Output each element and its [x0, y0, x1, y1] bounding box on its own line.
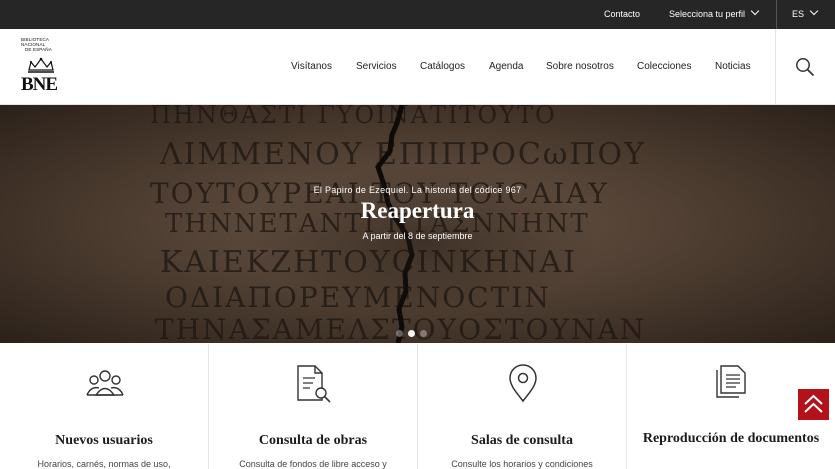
map-pin-icon	[509, 364, 537, 403]
contact-link[interactable]: Contacto	[604, 0, 640, 29]
card-description: Horarios, carnés, normas de uso,	[37, 459, 171, 469]
hero-kicker: El Papiro de Ezequiel. La historia del c…	[313, 185, 522, 195]
double-chevron-up-icon	[804, 394, 823, 413]
service-cards: Nuevos usuarios Horarios, carnés, normas…	[0, 344, 835, 469]
hero-title[interactable]: Reapertura	[0, 198, 835, 224]
search-icon[interactable]	[795, 57, 815, 77]
hero-banner[interactable]: ΠΗΝΘΑΣΤΙ ΓΥΟΙΝΑΤΙΤΟΥΤΟ ΛΙΜΜΕΝΟΥ ΕΠΙΠΡΟCω…	[0, 105, 835, 343]
bne-logo[interactable]: BIBLIOTECA NACIONAL DE ESPAÑA BNE	[21, 37, 67, 97]
hero-subtitle: A partir del 8 de septiembre	[362, 231, 473, 241]
carousel-dots	[396, 324, 432, 337]
site-header: BIBLIOTECA NACIONAL DE ESPAÑA BNE Visíta…	[0, 29, 835, 105]
card-title: Nuevos usuarios	[55, 433, 153, 448]
logo-line-3: DE ESPAÑA	[25, 47, 52, 52]
nav-item-sobre-nosotros[interactable]: Sobre nosotros	[546, 29, 614, 105]
logo-acronym: BNE	[21, 74, 58, 95]
nav-item-agenda[interactable]: Agenda	[489, 29, 523, 105]
users-icon	[86, 370, 124, 396]
carousel-dot-3[interactable]	[420, 330, 427, 337]
card-title: Salas de consulta	[471, 433, 573, 448]
crown-icon	[28, 57, 54, 73]
scroll-to-top-button[interactable]	[798, 389, 829, 420]
header-divider	[775, 29, 776, 105]
card-salas-de-consulta[interactable]: Salas de consulta Consulte los horarios …	[418, 344, 627, 469]
card-description: Consulta de fondos de libre acceso y	[239, 459, 387, 469]
nav-item-colecciones[interactable]: Colecciones	[637, 29, 691, 105]
card-title: Reproducción de documentos	[642, 431, 820, 446]
nav-item-noticias[interactable]: Noticias	[715, 29, 751, 105]
topbar-divider	[776, 0, 777, 29]
document-search-icon	[297, 365, 331, 403]
chevron-down-icon	[809, 6, 819, 16]
nav-item-servicios[interactable]: Servicios	[356, 29, 397, 105]
card-title: Consulta de obras	[258, 433, 368, 448]
documents-copy-icon	[716, 365, 746, 398]
profile-selector-label: Selecciona tu perfil	[669, 9, 746, 19]
top-utility-bar: Contacto Selecciona tu perfil ES	[0, 0, 835, 29]
carousel-dot-2[interactable]	[408, 330, 415, 337]
chevron-down-icon	[750, 6, 760, 16]
nav-item-catalogos[interactable]: Catálogos	[420, 29, 465, 105]
language-label: ES	[792, 9, 805, 19]
card-description: Consulte los horarios y condiciones	[451, 459, 593, 469]
language-selector[interactable]: ES	[792, 0, 819, 29]
card-nuevos-usuarios[interactable]: Nuevos usuarios Horarios, carnés, normas…	[0, 344, 209, 469]
card-consulta-de-obras[interactable]: Consulta de obras Consulta de fondos de …	[209, 344, 418, 469]
nav-item-visitanos[interactable]: Visítanos	[291, 29, 332, 105]
profile-selector[interactable]: Selecciona tu perfil	[669, 0, 760, 29]
carousel-dot-1[interactable]	[396, 330, 403, 337]
